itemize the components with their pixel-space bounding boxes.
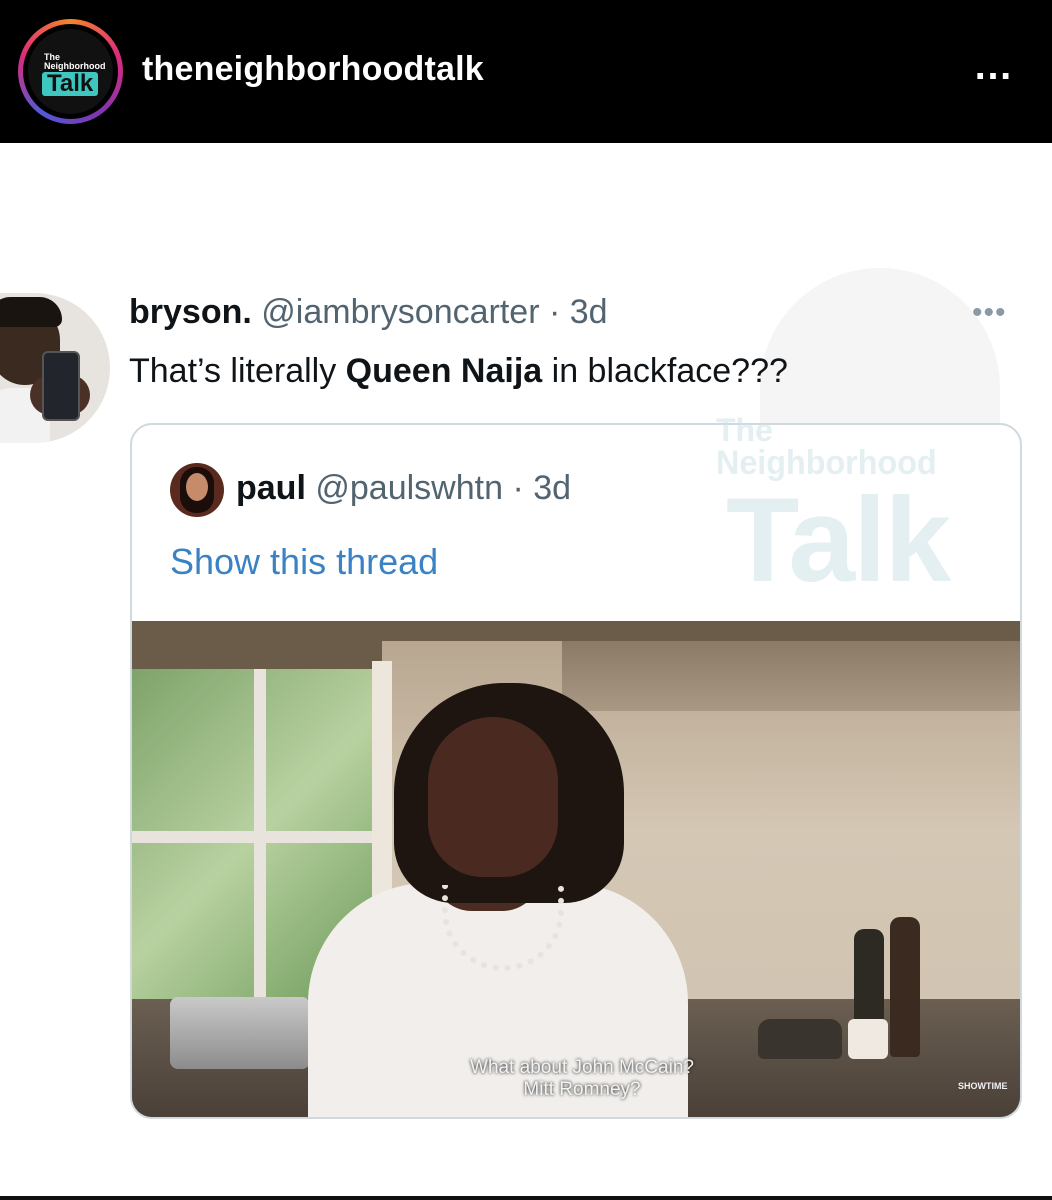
quoted-tweet-header: paul @paulswhtn · 3d bbox=[236, 469, 571, 508]
tweet-separator: · bbox=[548, 293, 561, 331]
show-thread-link[interactable]: Show this thread bbox=[170, 541, 438, 583]
quoted-author-avatar[interactable] bbox=[170, 463, 224, 517]
tweet-author-name[interactable]: bryson. bbox=[129, 293, 252, 331]
video-thumbnail[interactable]: What about John McCain? Mitt Romney? SHO… bbox=[132, 621, 1020, 1117]
logo-text-talk: Talk bbox=[42, 72, 99, 96]
tweet-author-handle[interactable]: @iambrysoncarter bbox=[261, 293, 539, 331]
tweet-header: bryson. @iambrysoncarter · 3d bbox=[129, 293, 608, 332]
tweet-time[interactable]: 3d bbox=[570, 293, 608, 331]
more-options-icon[interactable]: … bbox=[968, 46, 1018, 88]
bottom-divider bbox=[0, 1196, 1052, 1200]
neighborhood-talk-logo: The Neighborhood Talk bbox=[28, 29, 113, 114]
tweet-text-bold: Queen Naija bbox=[345, 352, 543, 390]
quoted-tweet-time[interactable]: 3d bbox=[533, 469, 571, 507]
network-logo: SHOWTIME bbox=[958, 1081, 1008, 1091]
quoted-author-handle[interactable]: @paulswhtn bbox=[315, 469, 503, 507]
video-subtitle: What about John McCain? Mitt Romney? bbox=[470, 1057, 694, 1100]
quoted-separator: · bbox=[512, 469, 524, 507]
profile-avatar[interactable]: The Neighborhood Talk bbox=[18, 19, 123, 124]
profile-username[interactable]: theneighborhoodtalk bbox=[142, 50, 484, 89]
instagram-header: The Neighborhood Talk theneighborhoodtal… bbox=[0, 0, 1052, 143]
logo-text-top: The Neighborhood bbox=[44, 52, 106, 71]
quoted-tweet-card[interactable]: paul @paulswhtn · 3d Show this thread Wh… bbox=[130, 423, 1022, 1119]
quoted-author-name[interactable]: paul bbox=[236, 469, 306, 507]
tweet-author-avatar[interactable] bbox=[0, 293, 110, 443]
tweet-text-before: That’s literally bbox=[129, 352, 346, 390]
tweet-text-after: in blackface??? bbox=[542, 352, 788, 390]
tweet-more-icon[interactable]: ••• bbox=[972, 296, 1007, 330]
tweet-text: That’s literally Queen Naija in blackfac… bbox=[129, 352, 788, 391]
